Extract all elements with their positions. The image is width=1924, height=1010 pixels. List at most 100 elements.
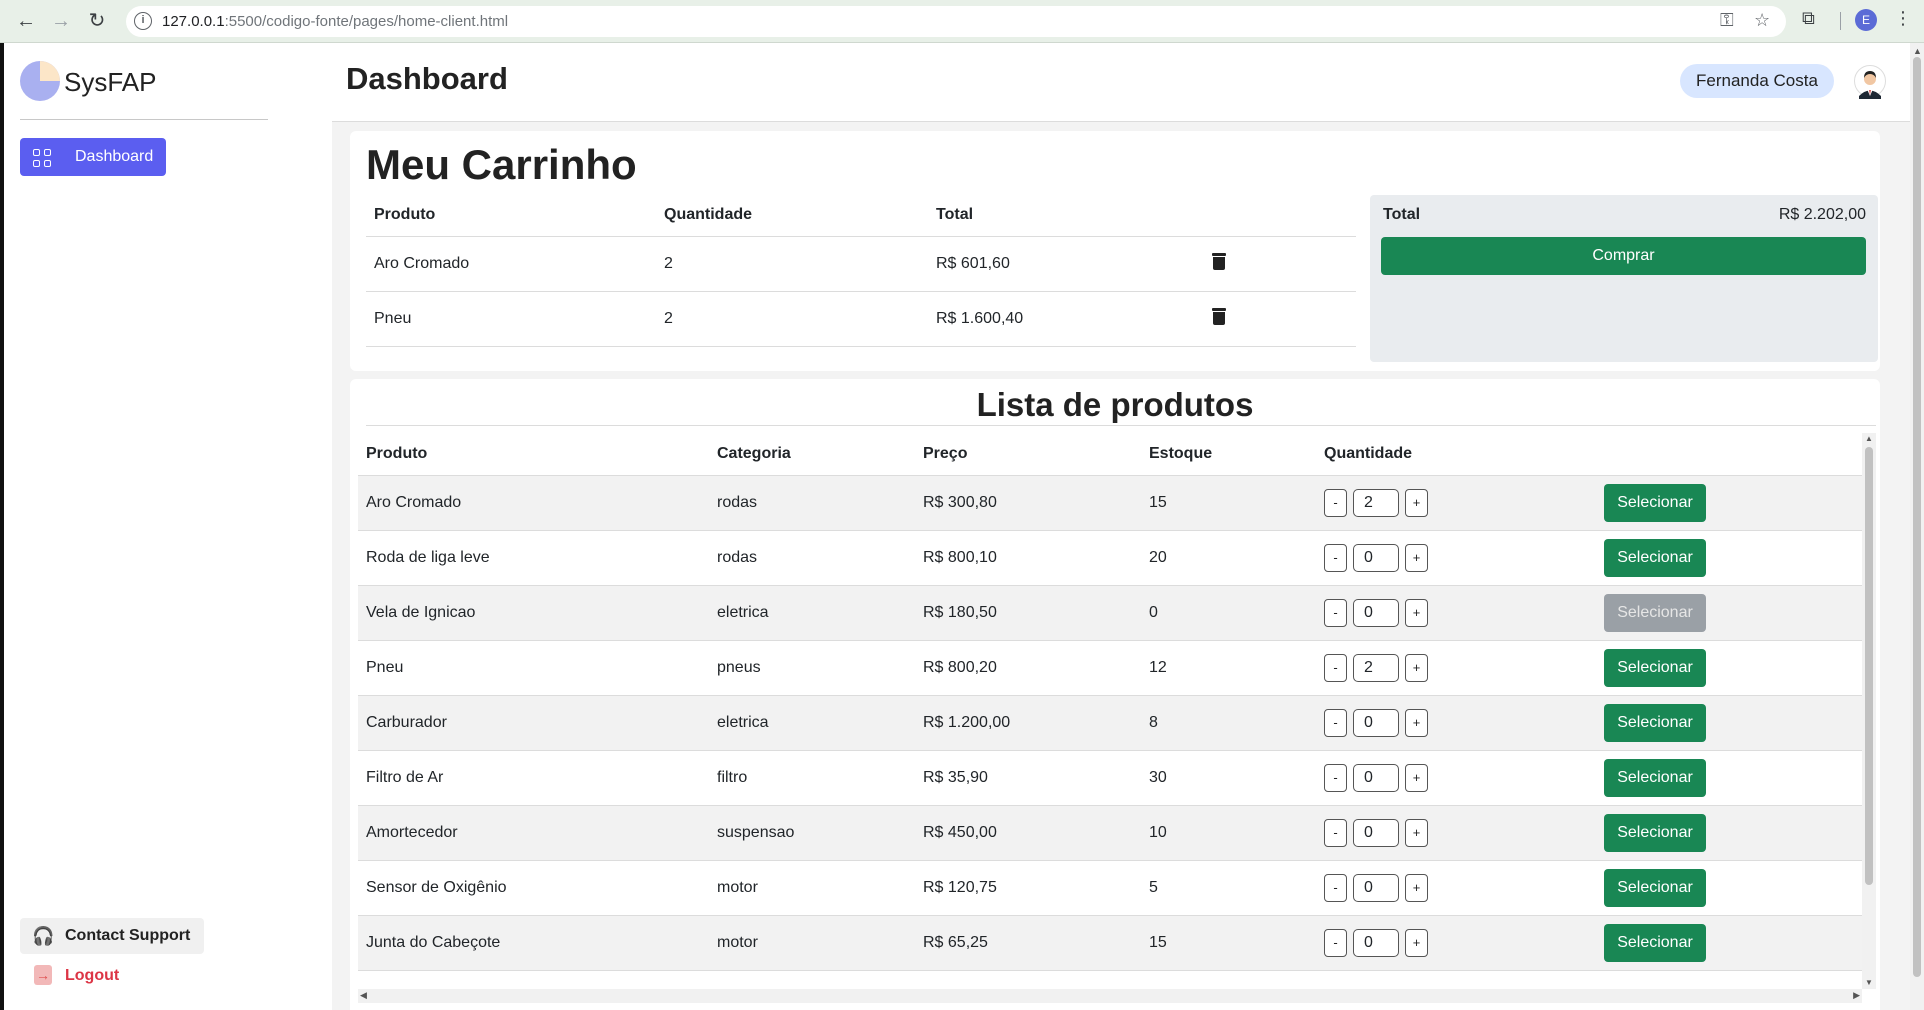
logo-icon (20, 61, 60, 101)
decrement-button[interactable]: - (1324, 818, 1347, 847)
key-icon[interactable]: ⚿ (1720, 10, 1734, 31)
buy-button[interactable]: Comprar (1381, 237, 1866, 275)
quantity-input[interactable]: 2 (1353, 488, 1399, 517)
increment-button[interactable]: + (1405, 653, 1428, 682)
quantity-input[interactable]: 0 (1353, 873, 1399, 902)
select-button[interactable]: Selecionar (1604, 483, 1706, 522)
products-divider (366, 425, 1876, 426)
table-row: Carburador eletrica R$ 1.200,00 8-0 + Selecio… (358, 695, 1862, 751)
increment-button[interactable]: + (1405, 488, 1428, 517)
reload-icon[interactable]: ↻ (84, 8, 110, 34)
increment-button[interactable]: + (1405, 543, 1428, 572)
select-button[interactable]: Selecionar (1604, 593, 1706, 632)
menu-icon[interactable]: ⋮ (1894, 8, 1912, 29)
site-info-icon[interactable]: i (134, 12, 152, 30)
quantity-input[interactable]: 0 (1353, 708, 1399, 737)
products-vertical-scrollbar[interactable]: ▲ ▼ (1862, 433, 1876, 989)
select-button[interactable]: Selecionar (1604, 538, 1706, 577)
decrement-button[interactable]: - (1324, 653, 1347, 682)
page-scrollbar[interactable]: ▲ (1910, 43, 1924, 1010)
increment-button[interactable]: + (1405, 928, 1428, 957)
cart-total: R$ 601,60 (928, 236, 1204, 292)
product-name: Amortecedor (358, 805, 709, 861)
select-button[interactable]: Selecionar (1604, 923, 1706, 962)
cart-product: Aro Cromado (366, 236, 656, 292)
star-icon[interactable]: ☆ (1754, 10, 1770, 31)
select-button[interactable]: Selecionar (1604, 868, 1706, 907)
product-stock: 0 (1141, 585, 1316, 641)
contact-support-button[interactable]: 🎧 Contact Support (20, 918, 204, 954)
products-card: Lista de produtos Produto Categoria Preç… (350, 379, 1880, 1010)
decrement-button[interactable]: - (1324, 543, 1347, 572)
scroll-up-icon[interactable]: ▲ (1913, 46, 1922, 56)
quantity-input[interactable]: 0 (1353, 818, 1399, 847)
decrement-button[interactable]: - (1324, 598, 1347, 627)
product-category: filtro (709, 750, 915, 806)
scroll-down-icon[interactable]: ▼ (1865, 978, 1873, 987)
quantity-input[interactable]: 0 (1353, 928, 1399, 957)
product-category: rodas (709, 475, 915, 531)
contact-support-label: Contact Support (65, 927, 191, 944)
increment-button[interactable]: + (1405, 873, 1428, 902)
table-row: Pneu pneus R$ 800,20 12-2 + Selecionar (358, 640, 1862, 696)
table-row: Pneu 2 R$ 1.600,40 (366, 291, 1356, 347)
products-scroll-area[interactable]: Produto Categoria Preço Estoque Quantida… (358, 433, 1862, 987)
products-title: Lista de produtos (976, 386, 1254, 423)
increment-button[interactable]: + (1405, 598, 1428, 627)
product-stock: 5 (1141, 860, 1316, 916)
table-row: Roda de liga leve rodas R$ 800,10 20-0 + Sele… (358, 530, 1862, 586)
trash-icon[interactable] (1212, 252, 1226, 270)
quantity-input[interactable]: 0 (1353, 598, 1399, 627)
sidebar-item-dashboard[interactable]: Dashboard (20, 138, 166, 176)
product-category: rodas (709, 530, 915, 586)
product-price: R$ 450,00 (915, 805, 1141, 861)
select-button[interactable]: Selecionar (1604, 648, 1706, 687)
sidebar-divider (20, 119, 268, 120)
quantity-input[interactable]: 0 (1353, 543, 1399, 572)
quantity-input[interactable]: 0 (1353, 763, 1399, 792)
select-button[interactable]: Selecionar (1604, 758, 1706, 797)
scrollbar-thumb[interactable] (1913, 57, 1921, 977)
decrement-button[interactable]: - (1324, 708, 1347, 737)
scroll-right-icon[interactable]: ▶ (1853, 990, 1860, 1001)
forward-icon[interactable]: → (48, 8, 74, 34)
user-avatar[interactable] (1854, 65, 1886, 99)
summary-value: R$ 2.202,00 (1778, 206, 1866, 223)
decrement-button[interactable]: - (1324, 873, 1347, 902)
cart-quantity: 2 (656, 236, 928, 292)
increment-button[interactable]: + (1405, 818, 1428, 847)
profile-avatar[interactable]: E (1855, 9, 1877, 31)
back-icon[interactable]: ← (13, 8, 39, 34)
increment-button[interactable]: + (1405, 708, 1428, 737)
decrement-button[interactable]: - (1324, 928, 1347, 957)
table-row: Filtro de Ar filtro R$ 35,90 30-0 + Seleciona… (358, 750, 1862, 806)
column-header: Quantidade (656, 194, 928, 237)
increment-button[interactable]: + (1405, 763, 1428, 792)
column-header: Categoria (709, 433, 915, 476)
address-bar[interactable]: i 127.0.0.1:5500/codigo-fonte/pages/home… (126, 6, 1786, 37)
user-name-badge[interactable]: Fernanda Costa (1680, 64, 1834, 98)
select-button[interactable]: Selecionar (1604, 703, 1706, 742)
scroll-left-icon[interactable]: ◀ (360, 990, 367, 1001)
url-text[interactable]: 127.0.0.1:5500/codigo-fonte/pages/home-c… (162, 13, 508, 30)
select-button[interactable]: Selecionar (1604, 813, 1706, 852)
decrement-button[interactable]: - (1324, 763, 1347, 792)
scroll-up-icon[interactable]: ▲ (1865, 434, 1873, 443)
product-stock: 12 (1141, 640, 1316, 696)
quantity-stepper: -0 + (1324, 763, 1428, 792)
cart-table: Produto Quantidade Total Aro Cromado 2 R… (366, 194, 1356, 347)
product-price: R$ 800,20 (915, 640, 1141, 696)
column-header: Total (928, 194, 1204, 237)
product-price: R$ 65,25 (915, 915, 1141, 971)
quantity-input[interactable]: 2 (1353, 653, 1399, 682)
column-header: Preço (915, 433, 1141, 476)
cart-title: Meu Carrinho (366, 141, 637, 188)
product-stock: 8 (1141, 695, 1316, 751)
decrement-button[interactable]: - (1324, 488, 1347, 517)
scrollbar-thumb[interactable] (1865, 447, 1873, 885)
products-horizontal-scrollbar[interactable]: ◀ ▶ (358, 989, 1862, 1003)
product-name: Sensor de Oxigênio (358, 860, 709, 916)
trash-icon[interactable] (1212, 307, 1226, 325)
extensions-icon[interactable]: ⧉ (1802, 8, 1815, 29)
product-name: Filtro de Ar (358, 750, 709, 806)
